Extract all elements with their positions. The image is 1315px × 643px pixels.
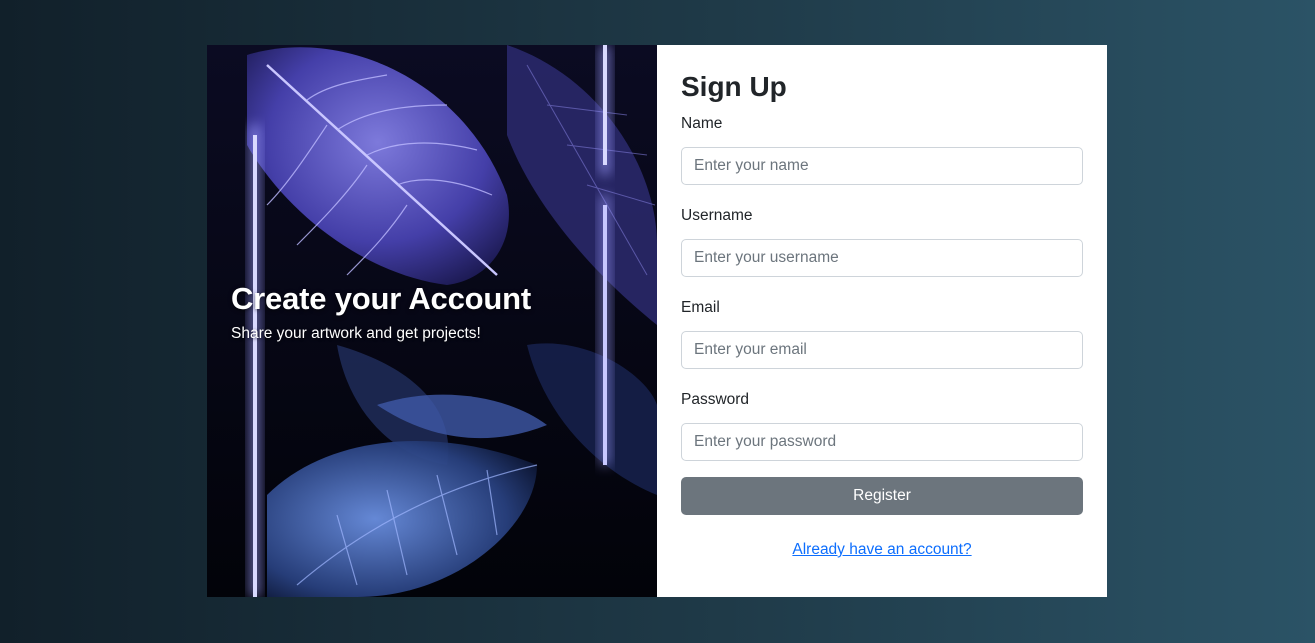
email-field-group: Email bbox=[681, 299, 1083, 369]
password-field-group: Password bbox=[681, 391, 1083, 461]
username-field-group: Username bbox=[681, 207, 1083, 277]
name-input[interactable] bbox=[681, 147, 1083, 185]
hero-subtitle: Share your artwork and get projects! bbox=[231, 325, 481, 342]
signup-form: Sign Up Name Username Email Password Reg… bbox=[657, 45, 1107, 597]
password-input[interactable] bbox=[681, 423, 1083, 461]
hero-text: Create your Account Share your artwork a… bbox=[231, 281, 531, 343]
username-label: Username bbox=[681, 207, 753, 224]
hero-panel: Create your Account Share your artwork a… bbox=[207, 45, 657, 597]
name-label: Name bbox=[681, 115, 723, 132]
already-have-account-link[interactable]: Already have an account? bbox=[681, 541, 1083, 559]
username-input[interactable] bbox=[681, 239, 1083, 277]
email-input[interactable] bbox=[681, 331, 1083, 369]
password-label: Password bbox=[681, 391, 750, 408]
email-label: Email bbox=[681, 299, 720, 316]
name-field-group: Name bbox=[681, 115, 1083, 185]
form-title: Sign Up bbox=[681, 71, 787, 102]
signup-card: Create your Account Share your artwork a… bbox=[207, 45, 1107, 597]
register-button[interactable]: Register bbox=[681, 477, 1083, 515]
hero-title: Create your Account bbox=[231, 281, 531, 316]
